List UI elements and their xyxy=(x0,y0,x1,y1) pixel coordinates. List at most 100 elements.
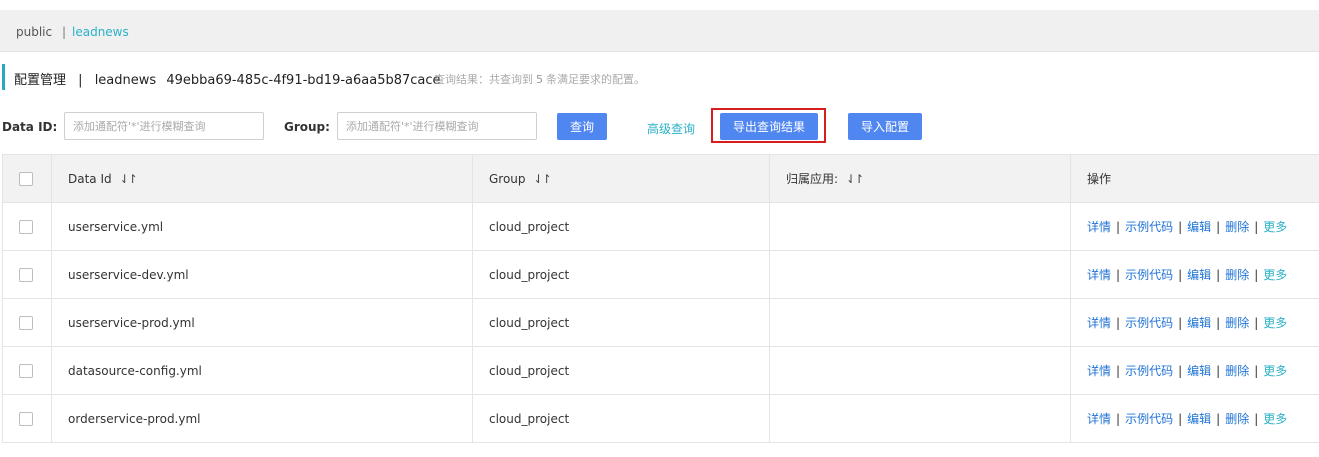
action-separator: | xyxy=(1116,316,1121,330)
sort-icon[interactable]: ⇃↾ xyxy=(846,172,864,186)
column-header-app-label: 归属应用: xyxy=(786,172,839,186)
sort-icon[interactable]: ⇃↾ xyxy=(534,172,552,186)
page-title: 配置管理 | leadnews 49ebba69-485c-4f91-bd19-… xyxy=(14,69,441,88)
sort-icon[interactable]: ⇃↾ xyxy=(120,172,138,186)
config-table: Data Id ⇃↾ Group ⇃↾ 归属应用: ⇃↾ 操作 userservice… xyxy=(2,154,1319,443)
cell-actions: 详情 | 示例代码 | 编辑 | 删除 | 更多 xyxy=(1070,394,1319,443)
action-separator: | xyxy=(1254,364,1259,378)
detail-link[interactable]: 详情 xyxy=(1087,268,1111,282)
action-separator: | xyxy=(1216,316,1221,330)
delete-link[interactable]: 删除 xyxy=(1225,268,1249,282)
cell-group: cloud_project xyxy=(472,346,770,395)
data-id-input[interactable] xyxy=(64,112,264,140)
cell-actions: 详情 | 示例代码 | 编辑 | 删除 | 更多 xyxy=(1070,202,1319,251)
data-id-label: Data ID: xyxy=(2,120,58,134)
row-select-cell xyxy=(2,202,52,251)
row-select-cell xyxy=(2,346,52,395)
more-link[interactable]: 更多 xyxy=(1263,412,1287,426)
action-separator: | xyxy=(1116,412,1121,426)
column-header-group: Group ⇃↾ xyxy=(472,154,770,203)
cell-group: cloud_project xyxy=(472,250,770,299)
delete-link[interactable]: 删除 xyxy=(1225,412,1249,426)
query-result-prefix: 查询结果：共查询到 xyxy=(434,73,533,86)
title-accent-bar xyxy=(2,64,5,90)
row-checkbox[interactable] xyxy=(19,267,33,282)
cell-group: cloud_project xyxy=(472,394,770,443)
advanced-query-link[interactable]: 高级查询 xyxy=(647,120,695,137)
cell-group: cloud_project xyxy=(472,202,770,251)
select-all-checkbox[interactable] xyxy=(19,171,33,186)
column-header-data-id: Data Id ⇃↾ xyxy=(51,154,473,203)
cell-app xyxy=(769,202,1071,251)
row-checkbox[interactable] xyxy=(19,219,33,234)
sample-code-link[interactable]: 示例代码 xyxy=(1125,316,1173,330)
cell-app xyxy=(769,394,1071,443)
group-label: Group: xyxy=(284,120,330,134)
edit-link[interactable]: 编辑 xyxy=(1187,316,1211,330)
action-separator: | xyxy=(1216,412,1221,426)
action-separator: | xyxy=(1254,412,1259,426)
row-checkbox[interactable] xyxy=(19,411,33,426)
cell-actions: 详情 | 示例代码 | 编辑 | 删除 | 更多 xyxy=(1070,346,1319,395)
sample-code-link[interactable]: 示例代码 xyxy=(1125,268,1173,282)
delete-link[interactable]: 删除 xyxy=(1225,316,1249,330)
edit-link[interactable]: 编辑 xyxy=(1187,220,1211,234)
query-button[interactable]: 查询 xyxy=(557,113,607,140)
detail-link[interactable]: 详情 xyxy=(1087,364,1111,378)
detail-link[interactable]: 详情 xyxy=(1087,412,1111,426)
sample-code-link[interactable]: 示例代码 xyxy=(1125,412,1173,426)
edit-link[interactable]: 编辑 xyxy=(1187,268,1211,282)
column-header-data-id-label: Data Id xyxy=(68,171,112,186)
action-separator: | xyxy=(1254,220,1259,234)
cell-data-id: datasource-config.yml xyxy=(51,346,473,395)
namespace-separator: | xyxy=(62,25,67,39)
page-title-namespace-id: 49ebba69-485c-4f91-bd19-a6aa5b87cace xyxy=(166,73,441,88)
select-all-cell xyxy=(2,154,52,203)
action-separator: | xyxy=(1178,316,1183,330)
namespace-leadnews[interactable]: leadnews xyxy=(72,25,129,39)
group-input[interactable] xyxy=(337,112,537,140)
more-link[interactable]: 更多 xyxy=(1263,220,1287,234)
table-body: userservice.yml cloud_project 详情 | 示例代码 | 编辑 | 删… xyxy=(2,202,1319,443)
sample-code-link[interactable]: 示例代码 xyxy=(1125,364,1173,378)
edit-link[interactable]: 编辑 xyxy=(1187,364,1211,378)
more-link[interactable]: 更多 xyxy=(1263,268,1287,282)
action-separator: | xyxy=(1178,412,1183,426)
more-link[interactable]: 更多 xyxy=(1263,364,1287,378)
row-select-cell xyxy=(2,394,52,443)
cell-data-id: userservice-dev.yml xyxy=(51,250,473,299)
edit-link[interactable]: 编辑 xyxy=(1187,412,1211,426)
page-title-namespace-name: leadnews xyxy=(94,73,157,88)
action-separator: | xyxy=(1116,220,1121,234)
cell-app xyxy=(769,346,1071,395)
delete-link[interactable]: 删除 xyxy=(1225,364,1249,378)
delete-link[interactable]: 删除 xyxy=(1225,220,1249,234)
detail-link[interactable]: 详情 xyxy=(1087,316,1111,330)
action-separator: | xyxy=(1116,364,1121,378)
namespace-public[interactable]: public xyxy=(16,25,52,39)
export-results-button[interactable]: 导出查询结果 xyxy=(720,113,818,140)
import-config-button[interactable]: 导入配置 xyxy=(848,113,922,140)
namespace-bar: public | leadnews xyxy=(0,10,1319,52)
row-checkbox[interactable] xyxy=(19,315,33,330)
cell-actions: 详情 | 示例代码 | 编辑 | 删除 | 更多 xyxy=(1070,250,1319,299)
detail-link[interactable]: 详情 xyxy=(1087,220,1111,234)
column-header-group-label: Group xyxy=(489,171,526,186)
row-checkbox[interactable] xyxy=(19,363,33,378)
table-row: userservice-prod.yml cloud_project 详情 | 示例代码… xyxy=(2,298,1319,347)
action-separator: | xyxy=(1178,364,1183,378)
page-header: 配置管理 | leadnews 49ebba69-485c-4f91-bd19-… xyxy=(0,62,1319,92)
sample-code-link[interactable]: 示例代码 xyxy=(1125,220,1173,234)
column-header-app: 归属应用: ⇃↾ xyxy=(769,154,1071,203)
cell-app xyxy=(769,250,1071,299)
cell-actions: 详情 | 示例代码 | 编辑 | 删除 | 更多 xyxy=(1070,298,1319,347)
action-separator: | xyxy=(1116,268,1121,282)
action-separator: | xyxy=(1216,364,1221,378)
query-result-count: 5 xyxy=(536,73,543,86)
more-link[interactable]: 更多 xyxy=(1263,316,1287,330)
page-title-text: 配置管理 xyxy=(14,73,67,88)
action-separator: | xyxy=(1254,268,1259,282)
cell-data-id: userservice.yml xyxy=(51,202,473,251)
cell-data-id: orderservice-prod.yml xyxy=(51,394,473,443)
action-separator: | xyxy=(1178,220,1183,234)
